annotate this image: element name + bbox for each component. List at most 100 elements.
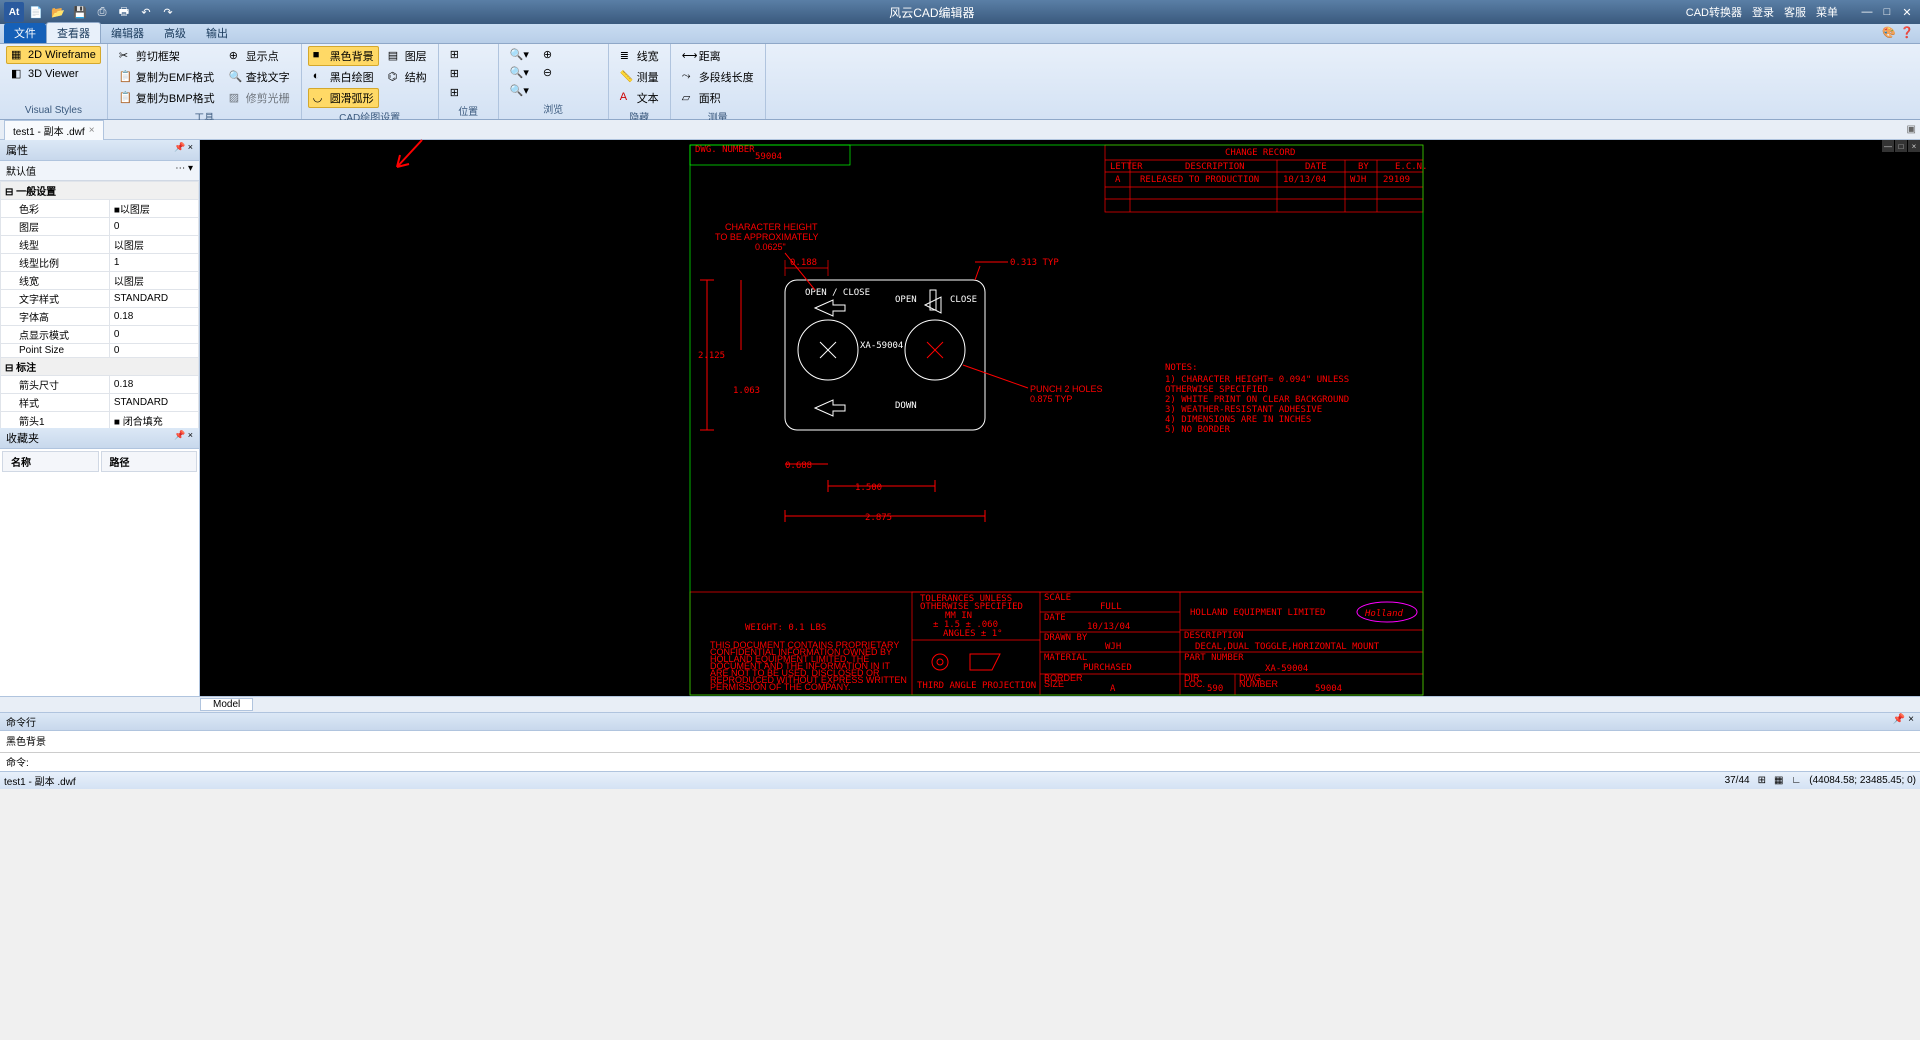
btn-zoom-5[interactable]: ⊖: [538, 64, 557, 81]
ruler-icon: 📏: [620, 70, 634, 84]
btn-find-text[interactable]: 🔍查找文字: [224, 67, 295, 87]
btn-pos-3[interactable]: ⊞: [445, 84, 469, 102]
btn-pos-2[interactable]: ⊞: [445, 65, 469, 83]
minimize-icon[interactable]: —: [1858, 3, 1876, 21]
svg-text:PART NUMBER: PART NUMBER: [1184, 653, 1244, 663]
canvas-close-icon[interactable]: ×: [1908, 140, 1920, 152]
svg-text:DOWN: DOWN: [895, 401, 917, 411]
tab-viewer[interactable]: 查看器: [46, 22, 101, 43]
pin-icon[interactable]: 📌 ×: [174, 430, 193, 446]
help-icon[interactable]: ❓: [1900, 26, 1914, 40]
chevron-down-icon[interactable]: ⋯ ▾: [175, 163, 193, 178]
expand-icon[interactable]: ▣: [1907, 124, 1916, 135]
saveall-icon[interactable]: ⎙: [92, 2, 112, 22]
favorites-panel[interactable]: 名称路径: [0, 449, 199, 696]
pin-icon[interactable]: 📌 ×: [1893, 714, 1914, 729]
canvas-max-icon[interactable]: □: [1895, 140, 1907, 152]
struct-icon: ⌬: [388, 70, 402, 84]
btn-trim-raster[interactable]: ▨修剪光栅: [224, 88, 295, 108]
drawing-canvas[interactable]: — □ × DWG. NUMBER 59004 CHANGE RECORD: [200, 140, 1920, 696]
svg-text:DWG.NUMBER: DWG.NUMBER: [1239, 673, 1279, 689]
btn-cut-frame[interactable]: ✂剪切框架: [114, 46, 220, 66]
svg-text:4) DIMENSIONS ARE IN INCHES: 4) DIMENSIONS ARE IN INCHES: [1165, 415, 1311, 425]
copy-icon: 📋: [119, 70, 133, 84]
svg-text:DESCRIPTION: DESCRIPTION: [1185, 162, 1245, 172]
tab-output[interactable]: 输出: [196, 23, 238, 43]
save-icon[interactable]: 💾: [70, 2, 90, 22]
style-icon[interactable]: 🎨: [1882, 26, 1896, 40]
canvas-min-icon[interactable]: —: [1882, 140, 1894, 152]
btn-distance[interactable]: ⟷距离: [677, 46, 759, 66]
svg-text:DWG. NUMBER: DWG. NUMBER: [695, 145, 755, 155]
btn-smooth-arc[interactable]: ◡圆滑弧形: [308, 88, 379, 108]
poly-icon: ⤳: [682, 70, 696, 84]
svg-text:CHARACTER HEIGHTTO BE APPROXIM: CHARACTER HEIGHTTO BE APPROXIMATELY0.062…: [715, 222, 819, 252]
tab-editor[interactable]: 编辑器: [101, 23, 154, 43]
layer-icon: ▤: [388, 49, 402, 63]
open-icon[interactable]: 📂: [48, 2, 68, 22]
close-icon[interactable]: ✕: [1898, 3, 1916, 21]
new-icon[interactable]: 📄: [26, 2, 46, 22]
prop-row: Point Size0: [1, 344, 199, 358]
snap-icon[interactable]: ⊞: [1758, 775, 1766, 786]
btn-black-bg[interactable]: ■黑色背景: [308, 46, 379, 66]
model-tab[interactable]: Model: [200, 698, 253, 711]
svg-text:0.688: 0.688: [785, 461, 812, 471]
btn-2d-wireframe[interactable]: ▦2D Wireframe: [6, 46, 101, 64]
command-input[interactable]: [33, 754, 1914, 770]
btn-lineweight[interactable]: ≣线宽: [615, 46, 664, 66]
cad-converter-link[interactable]: CAD转换器: [1686, 4, 1742, 20]
menu-link[interactable]: 菜单: [1816, 4, 1838, 20]
ribbon: ▦2D Wireframe ◧3D Viewer Visual Styles ✂…: [0, 44, 1920, 120]
btn-3d-viewer[interactable]: ◧3D Viewer: [6, 65, 101, 83]
undo-icon[interactable]: ↶: [136, 2, 156, 22]
group-browse: 浏览: [505, 100, 602, 117]
svg-text:1) CHARACTER HEIGHT= 0.094" U: 1) CHARACTER HEIGHT= 0.094" UNLESS: [1165, 375, 1349, 385]
pin-icon[interactable]: 📌 ×: [174, 142, 193, 158]
document-tab[interactable]: test1 - 副本 .dwf×: [4, 120, 104, 140]
btn-zoom-1[interactable]: 🔍▾: [505, 46, 534, 63]
btn-show-point[interactable]: ⊕显示点: [224, 46, 295, 66]
btn-bw-draw[interactable]: ◐黑白绘图: [308, 67, 379, 87]
title-bar: At 📄 📂 💾 ⎙ 🖶 ↶ ↷ 风云CAD编辑器 CAD转换器 登录 客服 菜…: [0, 0, 1920, 24]
btn-polyline-len[interactable]: ⤳多段线长度: [677, 67, 759, 87]
redo-icon[interactable]: ↷: [158, 2, 178, 22]
ortho-icon[interactable]: ∟: [1791, 775, 1801, 786]
btn-measure-h[interactable]: 📏测量: [615, 67, 664, 87]
svg-text:59004: 59004: [755, 152, 782, 162]
btn-layer[interactable]: ▤图层: [383, 46, 432, 66]
svg-text:DRAWN BY: DRAWN BY: [1044, 633, 1088, 643]
print-icon[interactable]: 🖶: [114, 2, 134, 22]
btn-struct[interactable]: ⌬结构: [383, 67, 432, 87]
command-panel-header: 命令行📌 ×: [0, 712, 1920, 731]
svg-text:THIRD ANGLE PROJECTION: THIRD ANGLE PROJECTION: [917, 681, 1036, 691]
support-link[interactable]: 客服: [1784, 4, 1806, 20]
maximize-icon[interactable]: □: [1878, 3, 1896, 21]
properties-grid[interactable]: ⊟ 一般设置 色彩■以图层 图层0 线型以图层 线型比例1 线宽以图层 文字样式…: [0, 181, 199, 428]
prop-row: 文字样式STANDARD: [1, 290, 199, 308]
btn-copy-bmp[interactable]: 📋复制为BMP格式: [114, 88, 220, 108]
status-file: test1 - 副本 .dwf: [4, 773, 76, 788]
doc-close-icon[interactable]: ×: [89, 125, 95, 136]
btn-pos-1[interactable]: ⊞: [445, 46, 469, 64]
properties-subheader: 默认值⋯ ▾: [0, 161, 199, 181]
tab-advanced[interactable]: 高级: [154, 23, 196, 43]
btn-zoom-4[interactable]: ⊕: [538, 46, 557, 63]
login-link[interactable]: 登录: [1752, 4, 1774, 20]
svg-text:10/13/04: 10/13/04: [1283, 175, 1326, 185]
text-icon: A: [620, 91, 634, 105]
status-page: 37/44: [1725, 775, 1750, 786]
btn-zoom-2[interactable]: 🔍▾: [505, 64, 534, 81]
command-input-row[interactable]: 命令:: [0, 753, 1920, 771]
btn-area[interactable]: ▱面积: [677, 88, 759, 108]
status-bar: test1 - 副本 .dwf 37/44 ⊞ ▦ ∟ (44084.58; 2…: [0, 771, 1920, 789]
grid-icon[interactable]: ▦: [1774, 775, 1783, 786]
btn-zoom-3[interactable]: 🔍▾: [505, 82, 534, 99]
btn-text[interactable]: A文本: [615, 88, 664, 108]
tab-file[interactable]: 文件: [4, 23, 46, 43]
app-icon[interactable]: At: [4, 2, 24, 22]
btn-copy-emf[interactable]: 📋复制为EMF格式: [114, 67, 220, 87]
svg-text:DECAL,DUAL TOGGLE,HORIZONTAL: DECAL,DUAL TOGGLE,HORIZONTAL MOUNT: [1195, 642, 1380, 652]
svg-text:3) WEATHER-RESISTANT ADHESIVE: 3) WEATHER-RESISTANT ADHESIVE: [1165, 405, 1322, 415]
svg-text:2.125: 2.125: [698, 351, 725, 361]
